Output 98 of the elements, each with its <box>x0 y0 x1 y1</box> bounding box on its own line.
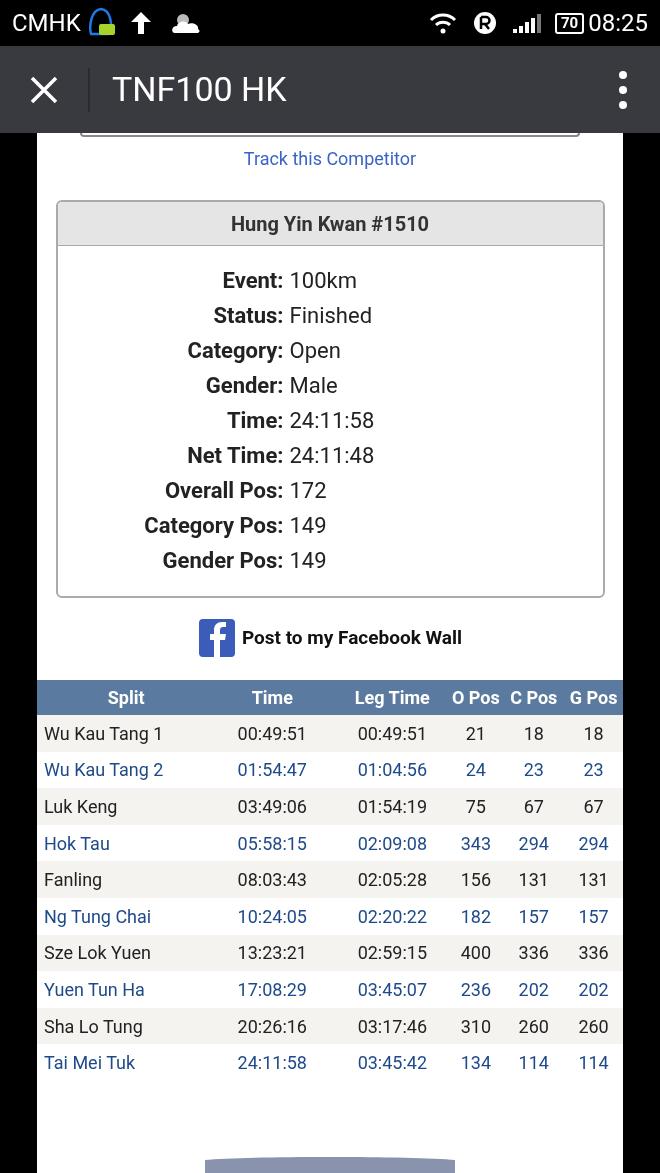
table-cell-text: Sha Lo Tung <box>43 1014 144 1039</box>
table-cell-text: 02:20:22 <box>356 904 429 929</box>
table-cell-text: 02:09:08 <box>356 831 429 856</box>
table-cell-text: 131 <box>517 868 550 893</box>
table-cell-text: 343 <box>459 831 493 856</box>
table-cell-text: 18 <box>582 721 605 746</box>
column-header: Time <box>250 686 294 710</box>
table-cell-text: 03:49:06 <box>236 795 308 819</box>
table-cell-text: Hok Tau <box>43 831 111 856</box>
table-cell-text: 260 <box>517 1014 550 1039</box>
field-label: Net Time: <box>186 442 284 470</box>
field-value: 24:11:48 <box>289 442 375 470</box>
table-cell-text: 67 <box>522 795 545 819</box>
table-cell-text: 20:26:16 <box>236 1014 308 1039</box>
field-value: 100km <box>289 267 358 295</box>
table-cell-text: Luk Keng <box>43 795 119 819</box>
field-value: 172 <box>289 477 327 505</box>
table-cell-text: 114 <box>577 1051 610 1076</box>
table-cell-text: 23 <box>522 758 545 783</box>
carrier-label: CMHK <box>12 8 81 39</box>
table-cell-text: 23 <box>582 758 605 783</box>
table-cell-text: 310 <box>459 1014 493 1039</box>
table-cell-text: 400 <box>459 941 493 966</box>
field-label: Time: <box>225 407 284 435</box>
table-cell-text: Ng Tung Chai <box>43 904 153 929</box>
table-cell-text: 00:49:51 <box>236 721 308 746</box>
table-cell-text: 05:58:15 <box>236 831 308 856</box>
column-header: Leg Time <box>353 686 431 710</box>
track-competitor-link[interactable]: Track this Competitor <box>243 145 417 172</box>
table-cell-text: 236 <box>459 977 493 1002</box>
table-cell-text: 21 <box>464 721 487 746</box>
field-value: 149 <box>289 512 327 540</box>
table-cell-text: 03:45:42 <box>356 1051 429 1076</box>
column-header: G Pos <box>568 686 619 710</box>
field-label: Overall Pos: <box>163 477 284 505</box>
column-header: C Pos <box>509 686 559 710</box>
table-cell-text: 03:17:46 <box>356 1014 429 1039</box>
table-cell-text: 75 <box>464 795 487 819</box>
table-cell-text: 17:08:29 <box>236 977 308 1002</box>
battery-icon: 70 <box>555 12 585 34</box>
close-icon <box>29 74 59 105</box>
table-cell-text: 03:45:07 <box>356 977 429 1002</box>
table-cell-text: 10:24:05 <box>236 904 308 929</box>
field-value: Open <box>289 337 341 365</box>
table-cell-text: 00:49:51 <box>356 721 429 746</box>
field-label: Gender: <box>204 372 284 400</box>
column-header: O Pos <box>450 686 501 710</box>
table-cell-text: 18 <box>522 721 545 746</box>
window-title: TNF100 HK <box>112 68 287 111</box>
competitor-name: Hung Yin Kwan #1510 <box>230 210 430 238</box>
table-cell-text: Tai Mei Tuk <box>43 1051 137 1076</box>
field-label: Category: <box>186 337 284 365</box>
table-cell-text: 08:03:43 <box>236 868 308 893</box>
table-cell-text: 24 <box>464 758 487 783</box>
table-cell-text: 336 <box>517 941 550 966</box>
table-cell-text: 157 <box>517 904 550 929</box>
facebook-icon <box>197 618 236 658</box>
table-cell-text: 01:54:19 <box>356 795 429 819</box>
table-cell-text: Wu Kau Tang 1 <box>43 721 165 746</box>
table-cell-text: 114 <box>517 1051 550 1076</box>
table-cell-text: 134 <box>459 1051 493 1076</box>
table-cell-text: 131 <box>577 868 610 893</box>
table-cell-text: 202 <box>577 977 610 1002</box>
field-value: Finished <box>289 302 373 330</box>
table-cell-text: 294 <box>517 831 550 856</box>
table-cell-text: 182 <box>459 904 493 929</box>
table-cell-text: Sze Lok Yuen <box>43 941 152 966</box>
field-label: Gender Pos: <box>161 547 284 575</box>
column-header: Split <box>106 686 146 710</box>
wifi-icon <box>429 12 457 34</box>
table-cell-text: Fanling <box>43 868 104 893</box>
clock: 08:25 <box>588 8 648 39</box>
table-cell-text: 336 <box>577 941 610 966</box>
weather-icon <box>170 11 201 35</box>
table-cell-text: 260 <box>577 1014 610 1039</box>
table-cell-text: 24:11:58 <box>236 1051 308 1076</box>
field-value: 149 <box>289 547 327 575</box>
table-cell-text: 156 <box>459 868 493 893</box>
more-icon <box>618 69 628 110</box>
field-label: Status: <box>212 302 284 330</box>
table-cell-text: 01:54:47 <box>236 758 308 783</box>
facebook-post-button[interactable]: Post to my Facebook Wall <box>197 618 463 658</box>
table-cell-text: 67 <box>582 795 605 819</box>
table-cell-text: Wu Kau Tang 2 <box>43 758 165 783</box>
table-cell-text: 294 <box>577 831 610 856</box>
table-cell-text: 202 <box>517 977 550 1002</box>
field-value: Male <box>289 372 338 400</box>
signal-icon <box>513 12 543 34</box>
field-value: 24:11:58 <box>289 407 375 435</box>
field-label: Event: <box>221 267 284 295</box>
table-cell-text: Yuen Tun Ha <box>43 977 146 1002</box>
field-label: Category Pos: <box>143 512 284 540</box>
table-cell-text: 02:59:15 <box>356 941 429 966</box>
table-cell-text: 157 <box>577 904 610 929</box>
roaming-icon <box>473 11 497 35</box>
table-cell-text: 01:04:56 <box>356 758 429 783</box>
table-cell-text: 13:23:21 <box>236 941 308 966</box>
table-cell-text: 02:05:28 <box>356 868 429 893</box>
